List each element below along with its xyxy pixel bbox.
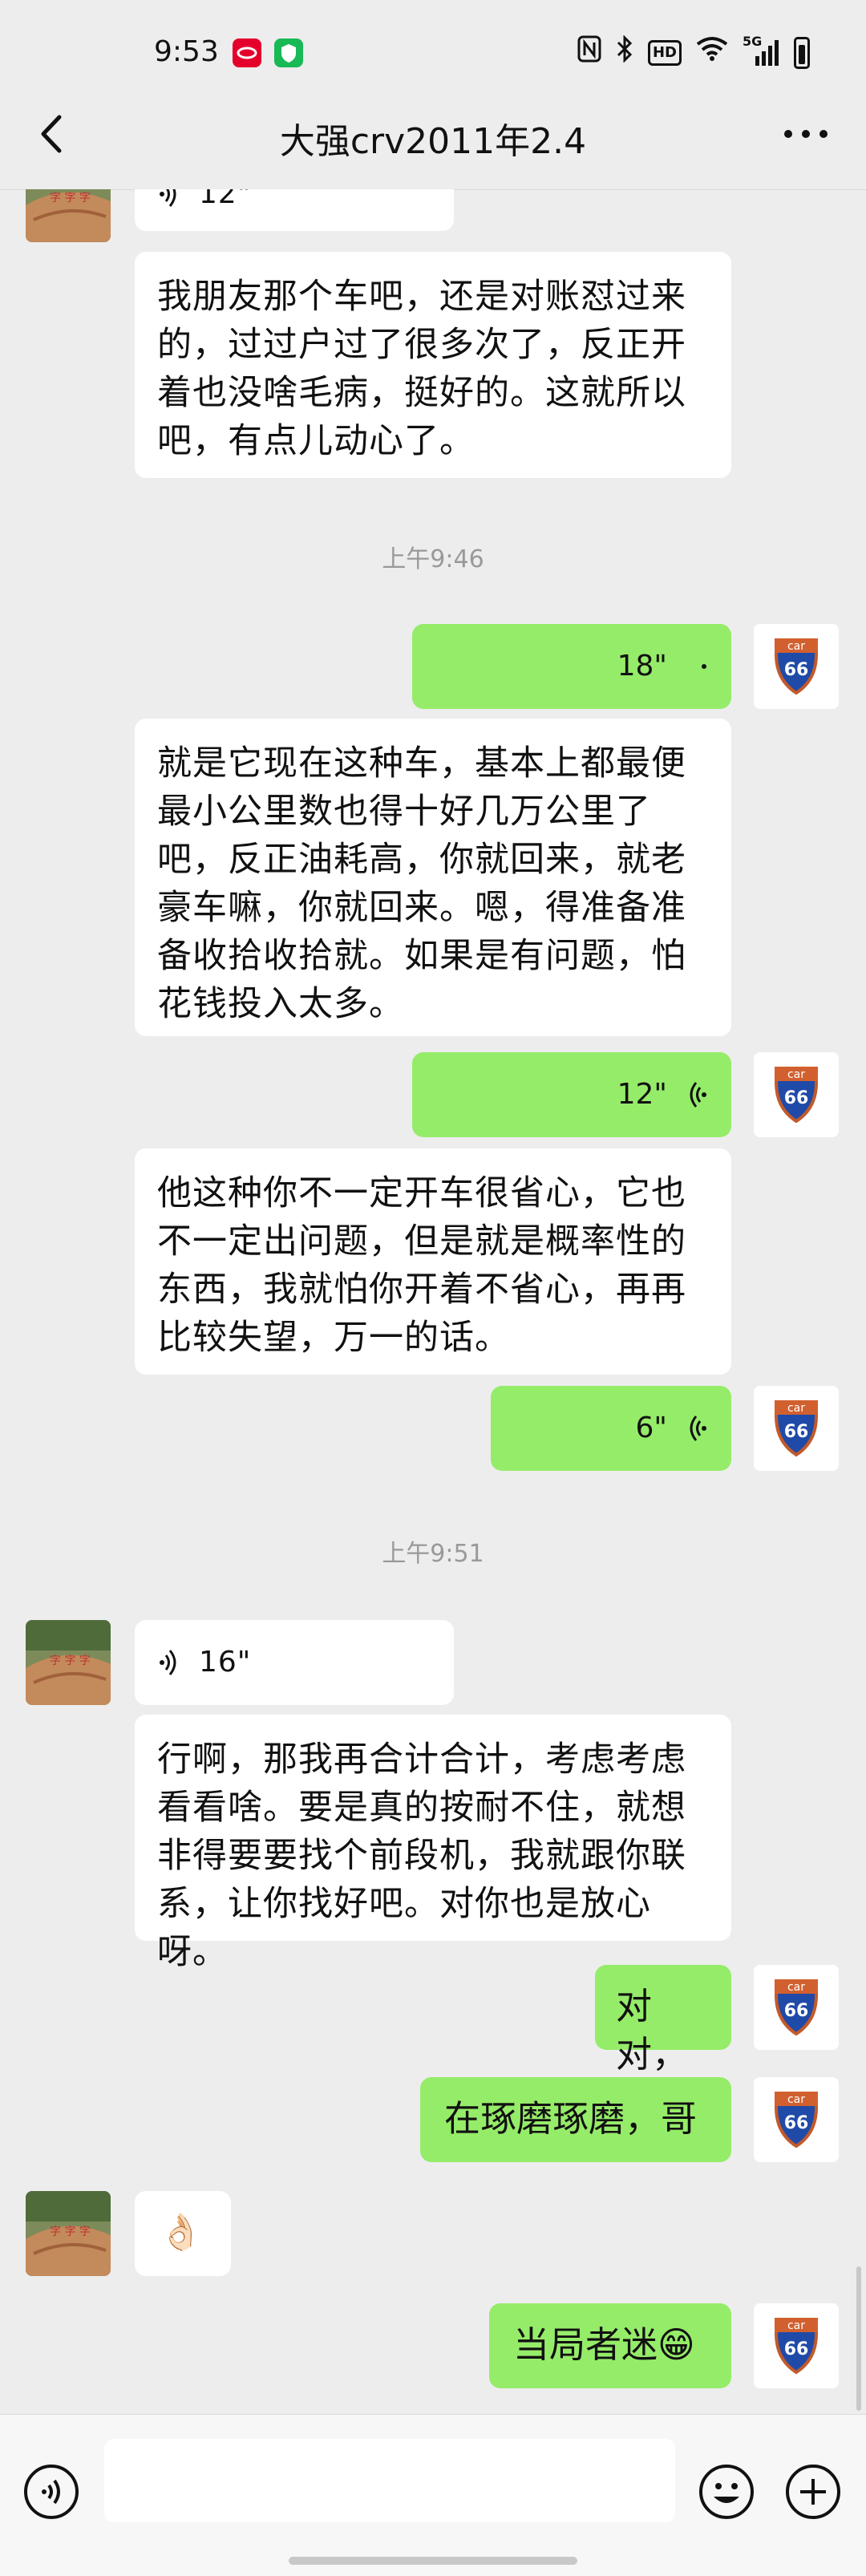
battery-icon bbox=[794, 36, 810, 69]
route-66-badge-icon: car 66 bbox=[754, 2303, 839, 2388]
plus-circle-icon bbox=[786, 2465, 840, 2519]
input-bar bbox=[0, 2414, 866, 2576]
ok-hand-emoji: 👌🏻 bbox=[159, 2212, 204, 2253]
badge-number-text: 66 bbox=[784, 2001, 809, 2021]
voice-message[interactable]: 12" bbox=[412, 1052, 731, 1137]
more-dots-icon bbox=[784, 130, 828, 138]
voice-wave-icon bbox=[160, 1650, 176, 1675]
message-list[interactable]: 字 字 字 12" 我朋友那个车吧，还是对账怼过来的，过过户过了很多次了，反正开… bbox=[0, 189, 866, 2414]
route-66-badge-icon: car 66 bbox=[754, 624, 839, 709]
route-66-badge-icon: car 66 bbox=[754, 1386, 839, 1471]
transcript-text: 他这种你不一定开车很省心，它也不一定出问题，但是就是概率性的东西，我就怕你开着不… bbox=[157, 1173, 686, 1358]
voice-transcript[interactable]: 我朋友那个车吧，还是对账怼过来的，过过户过了很多次了，反正开着也没啥毛病，挺好的… bbox=[135, 252, 731, 478]
text-message[interactable]: 当局者迷😁 bbox=[489, 2303, 731, 2388]
route-66-badge-icon: car 66 bbox=[754, 2077, 839, 2162]
timestamp: 上午9:46 bbox=[382, 545, 484, 573]
badge-number-text: 66 bbox=[784, 1088, 809, 1108]
emoji-message[interactable]: 👌🏻 bbox=[135, 2191, 231, 2276]
my-avatar[interactable]: car 66 bbox=[754, 2303, 839, 2388]
home-indicator[interactable] bbox=[289, 2557, 577, 2565]
transcript-text: 就是它现在这种车，基本上都最便最小公里数也得十好几万公里了吧，反正油耗高，你就回… bbox=[157, 743, 686, 1024]
more-functions-button[interactable] bbox=[784, 2463, 842, 2521]
voice-message[interactable]: 16" bbox=[135, 1620, 454, 1705]
transcript-text: 行啊，那我再合计合计，考虑考虑看看啥。要是真的按耐不住，就想非得要要找个前段机，… bbox=[157, 1740, 686, 1972]
voice-wave-icon bbox=[690, 1082, 706, 1108]
badge-number-text: 66 bbox=[784, 2113, 809, 2133]
scrollbar[interactable] bbox=[856, 2266, 861, 2411]
bluetooth-icon bbox=[616, 34, 633, 70]
timestamp: 上午9:51 bbox=[382, 1540, 484, 1568]
text-message[interactable]: 在琢磨琢磨，哥 bbox=[420, 2077, 731, 2162]
message-text: 在琢磨琢磨，哥 bbox=[444, 2097, 698, 2140]
status-icons: HD 5G bbox=[577, 34, 810, 70]
nfc-icon bbox=[577, 35, 601, 70]
voice-toggle-icon bbox=[24, 2465, 79, 2519]
voice-duration: 6" bbox=[635, 1412, 667, 1444]
voice-message[interactable]: 12" bbox=[135, 189, 454, 231]
signal-5g-icon: 5G bbox=[743, 34, 779, 67]
wifi-icon bbox=[696, 36, 728, 69]
contact-avatar[interactable]: 字 字 字 bbox=[26, 189, 111, 242]
route-66-badge-icon: car 66 bbox=[754, 1965, 839, 2050]
voice-wave-icon bbox=[690, 1416, 706, 1441]
more-options-button[interactable] bbox=[778, 112, 834, 156]
badge-top-text: car bbox=[787, 1981, 805, 1994]
hd-icon: HD bbox=[647, 39, 682, 66]
message-text: 对对， bbox=[616, 1985, 689, 2076]
chat-title: 大强crv2011年2.4 bbox=[279, 121, 587, 162]
text-message[interactable]: 对对， bbox=[595, 1965, 731, 2076]
voice-message[interactable]: 18" bbox=[412, 624, 731, 709]
badge-top-text: car bbox=[787, 1068, 805, 1081]
ctrip-app-icon bbox=[233, 38, 261, 67]
voice-duration: 18" bbox=[617, 650, 667, 682]
voice-transcript[interactable]: 就是它现在这种车，基本上都最便最小公里数也得十好几万公里了吧，反正油耗高，你就回… bbox=[135, 719, 731, 1036]
shield-app-icon bbox=[274, 38, 303, 67]
route-66-badge-icon: car 66 bbox=[754, 1052, 839, 1137]
voice-duration: 12" bbox=[199, 189, 252, 210]
voice-duration: 16" bbox=[199, 1646, 252, 1679]
smiley-icon bbox=[699, 2465, 754, 2519]
emoji-button[interactable] bbox=[698, 2463, 755, 2521]
contact-avatar[interactable]: 字 字 字 bbox=[26, 1620, 111, 1705]
transcript-text: 我朋友那个车吧，还是对账怼过来的，过过户过了很多次了，反正开着也没啥毛病，挺好的… bbox=[157, 277, 686, 461]
message-text: 当局者迷😁 bbox=[513, 2323, 695, 2366]
voice-transcript[interactable]: 他这种你不一定开车很省心，它也不一定出问题，但是就是概率性的东西，我就怕你开着不… bbox=[135, 1148, 731, 1375]
voice-duration: 12" bbox=[617, 1078, 667, 1111]
badge-top-text: car bbox=[787, 2093, 805, 2106]
my-avatar[interactable]: car 66 bbox=[754, 1965, 839, 2050]
chat-header: 大强crv2011年2.4 bbox=[0, 80, 866, 190]
badge-number-text: 66 bbox=[784, 2339, 809, 2359]
my-avatar[interactable]: car 66 bbox=[754, 2077, 839, 2162]
voice-wave-icon bbox=[160, 189, 176, 207]
voice-transcript[interactable]: 行啊，那我再合计合计，考虑考虑看看啥。要是真的按耐不住，就想非得要要找个前段机，… bbox=[135, 1715, 731, 1972]
badge-top-text: car bbox=[787, 1402, 805, 1415]
badge-number-text: 66 bbox=[784, 660, 809, 680]
svg-text:字 字 字: 字 字 字 bbox=[50, 2226, 91, 2238]
voice-wave-icon bbox=[702, 664, 706, 669]
voice-message[interactable]: 6" bbox=[491, 1386, 731, 1471]
my-avatar[interactable]: car 66 bbox=[754, 1386, 839, 1471]
svg-text:字 字 字: 字 字 字 bbox=[50, 1655, 91, 1667]
svg-text:字 字 字: 字 字 字 bbox=[50, 192, 91, 205]
badge-top-text: car bbox=[787, 2319, 805, 2332]
my-avatar[interactable]: car 66 bbox=[754, 624, 839, 709]
voice-input-button[interactable] bbox=[22, 2463, 80, 2521]
status-time: 9:53 bbox=[154, 35, 219, 68]
contact-avatar[interactable]: 字 字 字 bbox=[26, 2191, 111, 2276]
message-input[interactable] bbox=[104, 2439, 675, 2522]
my-avatar[interactable]: car 66 bbox=[754, 1052, 839, 1137]
badge-number-text: 66 bbox=[784, 1422, 809, 1442]
badge-top-text: car bbox=[787, 640, 805, 653]
